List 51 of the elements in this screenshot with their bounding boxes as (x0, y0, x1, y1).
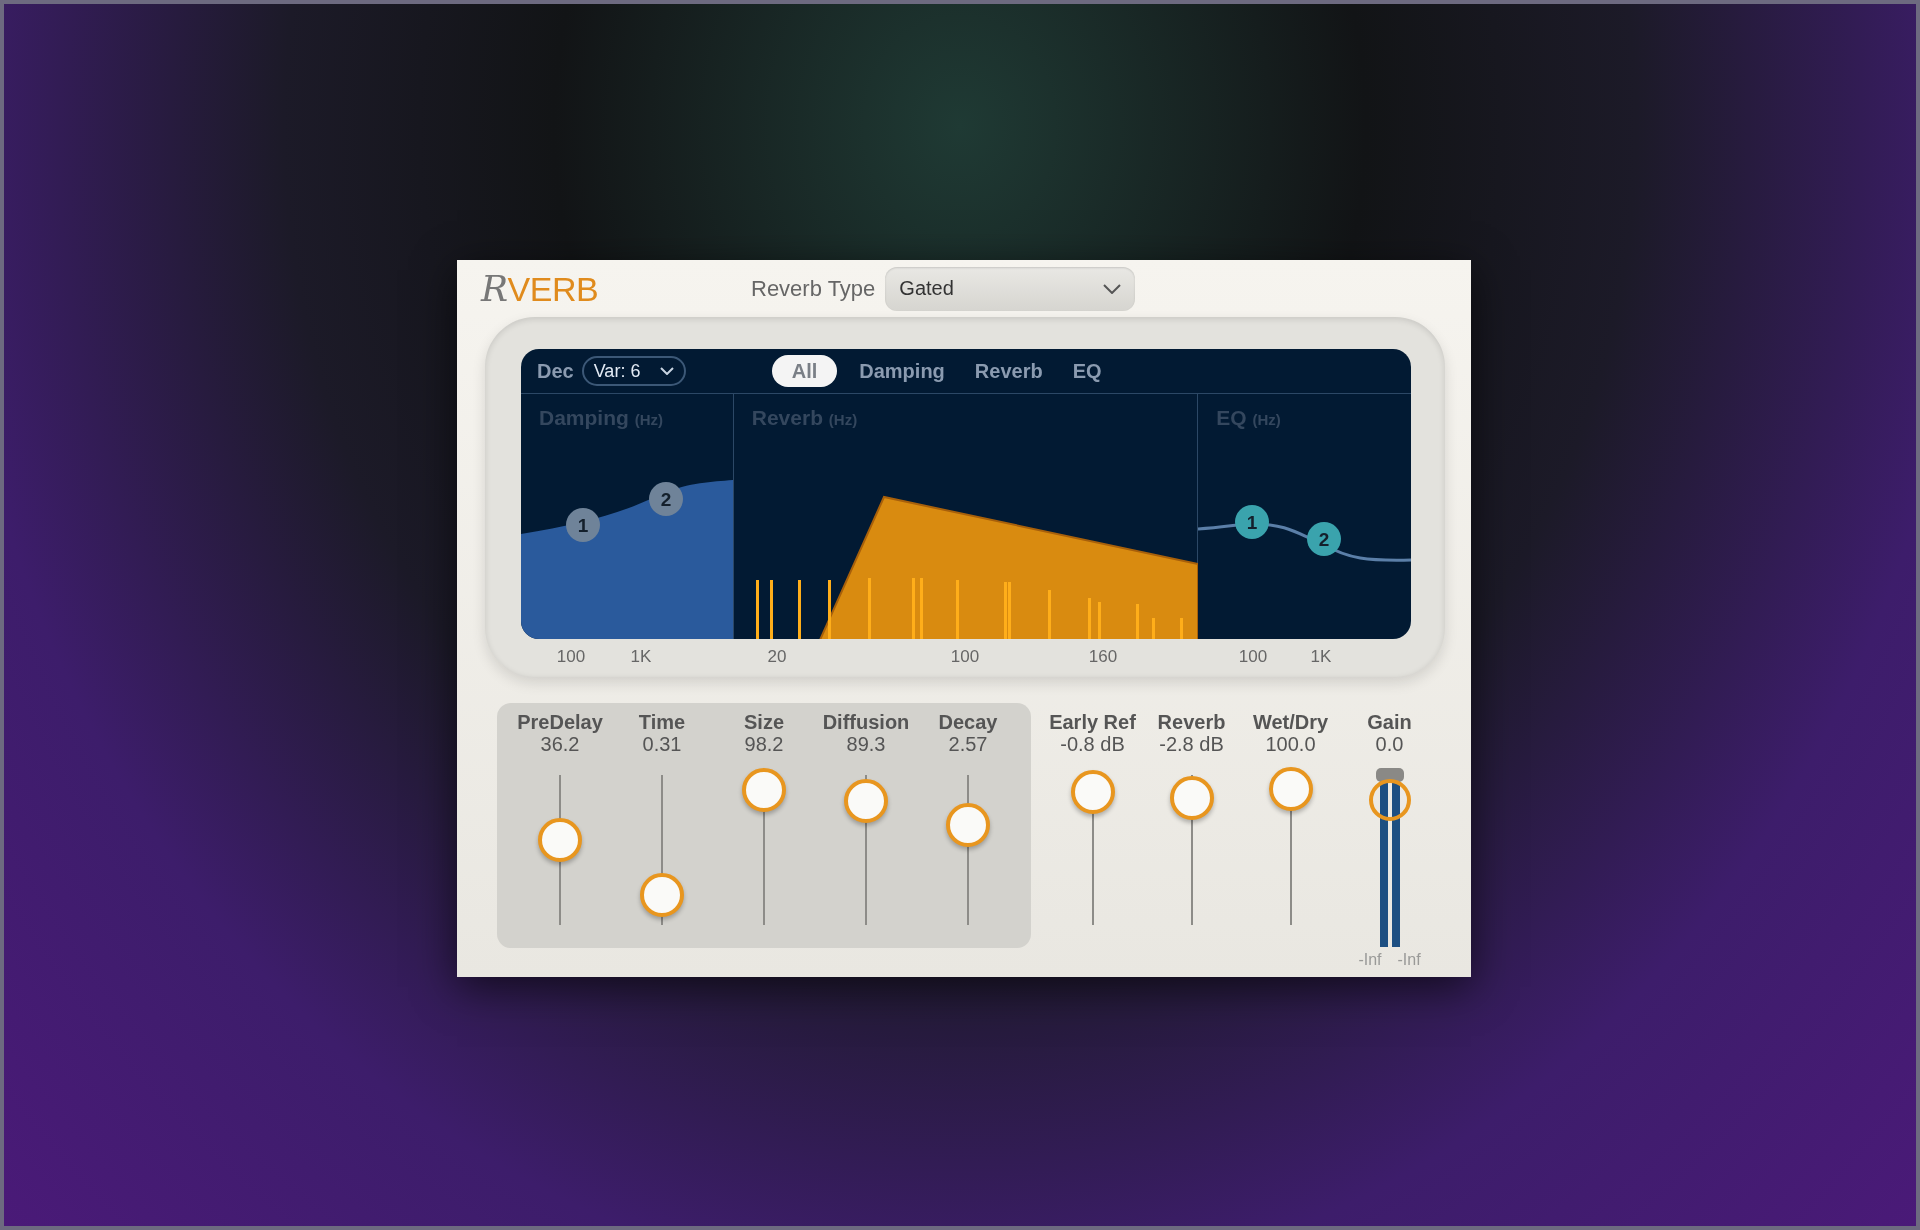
decay-label: Dec (537, 359, 574, 383)
axis-label: 100 (1238, 647, 1268, 668)
view-tab[interactable]: All (771, 355, 838, 387)
variation-dropdown[interactable]: Var: 6 (581, 356, 686, 386)
slider-label: Gain (1367, 711, 1412, 733)
axis-label: 20 (767, 647, 787, 668)
slider-value: 2.57 (948, 733, 988, 755)
slider-value: 89.3 (846, 733, 886, 755)
slider-label: Reverb (1157, 711, 1226, 733)
meter-reading: -Inf (1397, 951, 1421, 969)
slider-thumb[interactable] (538, 817, 582, 862)
slider-value: -0.8 dB (1060, 733, 1125, 755)
chevron-down-icon (659, 367, 674, 375)
axis-label: 160 (1088, 647, 1118, 668)
slider-label: PreDelay (517, 711, 603, 733)
curve-node-handle[interactable]: 1 (566, 508, 600, 542)
reverb-type-label: Reverb Type (751, 275, 876, 302)
slider-value: 100.0 (1265, 733, 1316, 755)
axis-label: 100 (556, 647, 586, 668)
slider-thumb[interactable] (1268, 766, 1313, 811)
slider-value: 36.2 (540, 733, 580, 755)
reverb-type-dropdown[interactable]: Gated (885, 266, 1136, 311)
view-tab[interactable]: Reverb (966, 355, 1051, 387)
slider-label: Size (744, 711, 784, 733)
logo: RVERB (481, 268, 600, 309)
chevron-down-icon (1103, 283, 1122, 294)
gain-fader-thumb[interactable] (1367, 768, 1412, 822)
axis-label: 1K (1310, 647, 1332, 668)
slider-label: Early Ref (1049, 711, 1136, 733)
slider-thumb[interactable] (946, 802, 990, 847)
slider-label: Time (638, 711, 686, 733)
view-tab[interactable]: Damping (851, 355, 953, 387)
slider-label: Decay (938, 711, 998, 733)
slider-value: 0.0 (1375, 733, 1404, 755)
slider-thumb[interactable] (1169, 775, 1214, 820)
slider-label: Diffusion (822, 711, 910, 733)
axis-label: 100 (950, 647, 980, 668)
slider-thumb[interactable] (742, 768, 786, 812)
slider-value: 98.2 (744, 733, 784, 755)
curve-node-handle[interactable]: 1 (1235, 505, 1270, 539)
slider-thumb[interactable] (1070, 769, 1115, 814)
slider-thumb[interactable] (844, 778, 888, 823)
slider-label: Wet/Dry (1252, 711, 1329, 733)
slider-thumb[interactable] (640, 873, 684, 917)
slider-value: -2.8 dB (1159, 733, 1224, 755)
meter-reading: -Inf (1358, 951, 1382, 969)
curve-node-handle[interactable]: 2 (1307, 522, 1342, 556)
curve-node-handle[interactable]: 2 (649, 482, 683, 516)
axis-label: 1K (630, 647, 652, 668)
view-tab[interactable]: EQ (1064, 355, 1110, 387)
slider-value: 0.31 (642, 733, 682, 755)
